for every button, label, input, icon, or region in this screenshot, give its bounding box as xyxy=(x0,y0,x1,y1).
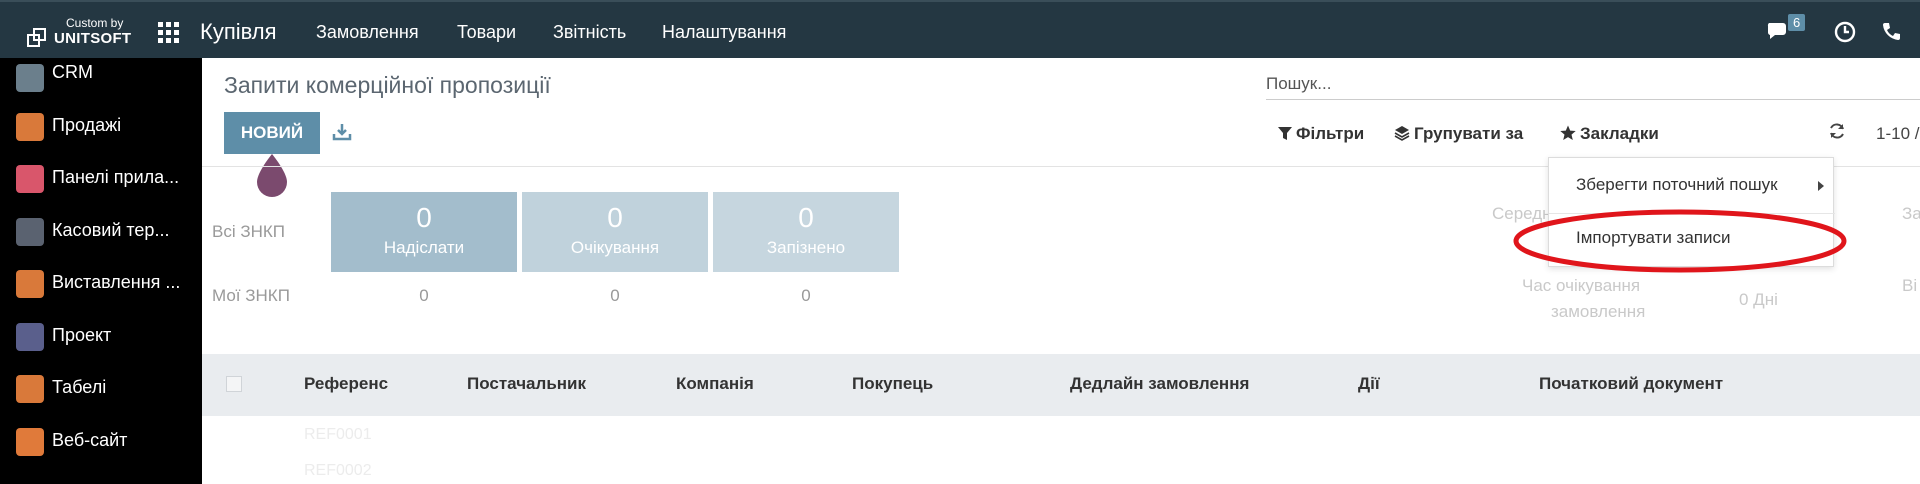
col-buyer[interactable]: Покупець xyxy=(852,374,933,394)
sidebar-item-label: Виставлення ... xyxy=(52,272,181,292)
my-late-value[interactable]: 0 xyxy=(713,286,899,306)
my-rfq-label: Мої ЗНКП xyxy=(212,286,290,305)
right-label-faded: За xyxy=(1902,204,1920,223)
select-all-checkbox[interactable] xyxy=(226,376,242,392)
clock-icon[interactable] xyxy=(1834,21,1856,43)
tile-label: Надіслати xyxy=(383,238,465,257)
save-current-search-item[interactable]: Зберегти поточний пошук xyxy=(1576,175,1778,195)
globe-icon xyxy=(16,428,44,456)
sidebar-item-dashboards[interactable]: Панелі прила... xyxy=(0,159,202,199)
top-navbar: Custom by UNITSOFT Купівля Замовлення То… xyxy=(0,0,1920,58)
phone-icon[interactable] xyxy=(1880,21,1902,43)
new-button[interactable]: НОВИЙ xyxy=(224,112,320,154)
chat-badge: 6 xyxy=(1788,14,1806,31)
highlight-oval xyxy=(1513,209,1847,273)
sidebar-item-timesheets[interactable]: Табелі xyxy=(0,369,202,409)
filter-icon xyxy=(1278,127,1292,140)
logo-brand: UNITSOFT xyxy=(54,30,132,47)
sidebar-item-label: Продажі xyxy=(52,115,122,135)
app-title[interactable]: Купівля xyxy=(200,19,277,45)
lead-time-value-faded: 0 Дні xyxy=(1739,290,1778,309)
tour-droplet-icon[interactable] xyxy=(255,154,289,198)
tile-to-send[interactable]: 0 Надіслати xyxy=(331,192,517,272)
lead-time-label-faded: Час очікування xyxy=(1522,276,1641,295)
tile-label: Запізнено xyxy=(766,238,846,257)
col-order-deadline[interactable]: Дедлайн замовлення xyxy=(1070,374,1249,394)
tile-count: 0 xyxy=(607,202,623,233)
col-source-document[interactable]: Початковий документ xyxy=(1539,374,1723,394)
menu-reporting[interactable]: Звітність xyxy=(553,22,626,43)
sidebar-item-label: Табелі xyxy=(52,377,107,397)
store-icon xyxy=(16,218,44,246)
bookmarks-label: Закладки xyxy=(1580,124,1659,143)
filters-label: Фільтри xyxy=(1296,124,1365,143)
logo-tagline: Custom by xyxy=(66,16,124,30)
col-reference[interactable]: Референс xyxy=(304,374,388,394)
all-rfq-label: Всі ЗНКП xyxy=(212,222,286,241)
apps-grid-icon[interactable] xyxy=(158,22,180,44)
logo-icon xyxy=(27,28,46,47)
sidebar-item-website[interactable]: Веб-сайт xyxy=(0,422,202,462)
tile-late[interactable]: 0 Запізнено xyxy=(713,192,899,272)
handshake-icon xyxy=(16,64,44,92)
layers-icon xyxy=(1394,126,1410,141)
star-icon xyxy=(1560,125,1576,140)
menu-orders[interactable]: Замовлення xyxy=(316,22,419,43)
menu-products[interactable]: Товари xyxy=(457,22,516,43)
table-header: Референс Постачальник Компанія Покупець … xyxy=(202,354,1920,416)
sidebar-item-label: Касовий тер... xyxy=(52,220,170,240)
chat-icon[interactable] xyxy=(1766,20,1790,42)
filters-button[interactable]: Фільтри xyxy=(1278,124,1364,144)
my-waiting-value[interactable]: 0 xyxy=(522,286,708,306)
col-activities[interactable]: Дії xyxy=(1358,374,1380,394)
company-logo[interactable]: Custom by UNITSOFT xyxy=(24,14,144,50)
tile-count: 0 xyxy=(416,202,432,233)
lead-time-label-faded-2: замовлення xyxy=(1551,302,1646,321)
caret-right-icon xyxy=(1818,181,1824,191)
bookmarks-button[interactable]: Закладки xyxy=(1560,124,1659,144)
tile-label: Очікування xyxy=(570,238,660,257)
chart-line-icon xyxy=(16,113,44,141)
ghost-row: REF0002 xyxy=(304,462,372,479)
sidebar-item-label: CRM xyxy=(52,62,93,82)
my-to-send-value[interactable]: 0 xyxy=(331,286,517,306)
puzzle-icon xyxy=(16,323,44,351)
group-by-button[interactable]: Групувати за xyxy=(1394,124,1523,144)
tile-waiting[interactable]: 0 Очікування xyxy=(522,192,708,272)
apps-sidebar: CRM Продажі Панелі прила... Касовий тер.… xyxy=(0,58,202,484)
gauge-icon xyxy=(16,165,44,193)
search-input[interactable]: Пошук... xyxy=(1266,68,1920,100)
sidebar-item-sales[interactable]: Продажі xyxy=(0,107,202,147)
stopwatch-icon xyxy=(16,375,44,403)
col-company[interactable]: Компанія xyxy=(676,374,754,394)
sidebar-item-pos[interactable]: Касовий тер... xyxy=(0,212,202,252)
sidebar-item-invoicing[interactable]: Виставлення ... xyxy=(0,264,202,304)
sidebar-item-label: Проект xyxy=(52,325,112,345)
menu-settings[interactable]: Налаштування xyxy=(662,22,786,43)
download-icon[interactable] xyxy=(332,122,352,142)
sidebar-item-project[interactable]: Проект xyxy=(0,317,202,357)
sidebar-item-label: Панелі прила... xyxy=(52,167,180,187)
group-by-label: Групувати за xyxy=(1414,124,1524,143)
sidebar-item-label: Веб-сайт xyxy=(52,430,128,450)
tile-count: 0 xyxy=(798,202,814,233)
sidebar-item-crm[interactable]: CRM xyxy=(0,58,202,98)
refresh-icon[interactable] xyxy=(1828,122,1846,140)
col-vendor[interactable]: Постачальник xyxy=(467,374,586,394)
ghost-row: REF0001 xyxy=(304,426,372,443)
right-label-faded-2: Ві xyxy=(1902,276,1918,295)
page-title: Запити комерційної пропозиції xyxy=(224,72,551,98)
pager-value[interactable]: 1-10 / xyxy=(1876,124,1919,144)
invoice-icon xyxy=(16,270,44,298)
